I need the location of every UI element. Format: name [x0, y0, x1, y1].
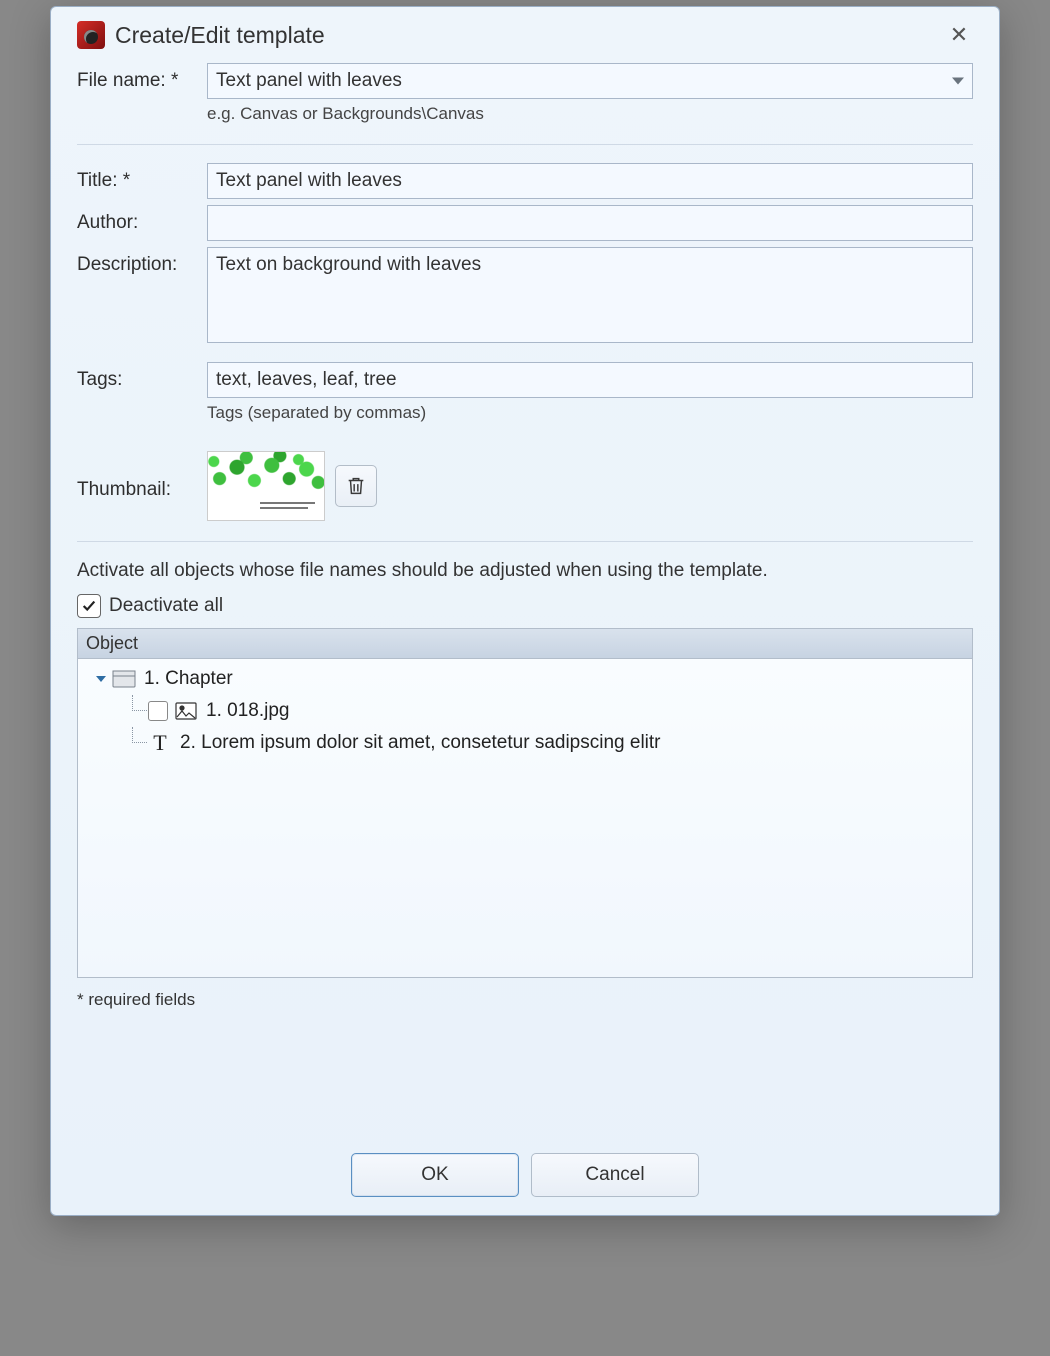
file-name-input[interactable] [216, 70, 936, 92]
tree-node-chapter[interactable]: 1. Chapter [78, 663, 972, 695]
title-bar: Create/Edit template ✕ [77, 21, 973, 49]
instruction-text: Activate all objects whose file names sh… [77, 560, 973, 582]
tree-node-text[interactable]: T 2. Lorem ipsum dolor sit amet, consete… [78, 727, 972, 759]
tree-node-checkbox[interactable] [148, 701, 168, 721]
close-icon[interactable]: ✕ [945, 22, 973, 48]
author-label: Author: [77, 205, 207, 234]
chapter-icon [112, 669, 136, 689]
app-icon [77, 21, 105, 49]
thumbnail-text-placeholder [260, 502, 318, 512]
separator-2 [77, 541, 973, 542]
tags-label: Tags: [77, 362, 207, 391]
tags-input[interactable] [207, 362, 973, 398]
dialog-button-bar: OK Cancel [51, 1153, 999, 1197]
title-label: Title: * [77, 163, 207, 192]
delete-thumbnail-button[interactable] [335, 465, 377, 507]
cancel-button[interactable]: Cancel [531, 1153, 699, 1197]
tags-hint: Tags (separated by commas) [207, 403, 973, 423]
tree-node-label: 1. 018.jpg [206, 700, 289, 722]
author-input[interactable] [207, 205, 973, 241]
description-label: Description: [77, 247, 207, 276]
deactivate-all-label: Deactivate all [109, 595, 223, 617]
thumbnail-preview [207, 451, 325, 521]
chevron-down-icon[interactable] [952, 78, 964, 85]
file-name-hint: e.g. Canvas or Backgrounds\Canvas [207, 104, 973, 124]
dialog-title: Create/Edit template [115, 22, 325, 49]
create-edit-template-dialog: Create/Edit template ✕ File name: * e.g.… [50, 6, 1000, 1216]
object-tree-header: Object [78, 629, 972, 659]
trash-icon [345, 475, 367, 497]
description-textarea[interactable] [207, 247, 973, 343]
deactivate-all-checkbox[interactable] [77, 594, 101, 618]
leaves-icon [208, 452, 324, 490]
title-input[interactable] [207, 163, 973, 199]
text-icon: T [148, 733, 172, 753]
image-icon [174, 701, 198, 721]
separator [77, 144, 973, 145]
tree-node-image[interactable]: 1. 018.jpg [78, 695, 972, 727]
required-fields-note: * required fields [77, 990, 973, 1010]
tree-node-label: 1. Chapter [144, 668, 233, 690]
file-name-label: File name: * [77, 63, 207, 92]
ok-button[interactable]: OK [351, 1153, 519, 1197]
expand-toggle-icon[interactable] [96, 676, 106, 682]
file-name-combo[interactable] [207, 63, 973, 99]
object-tree[interactable]: Object 1. Chapter 1. 018.jpg T 2. Lorem … [77, 628, 973, 978]
tree-node-label: 2. Lorem ipsum dolor sit amet, consetetu… [180, 732, 661, 754]
thumbnail-label: Thumbnail: [77, 472, 207, 501]
